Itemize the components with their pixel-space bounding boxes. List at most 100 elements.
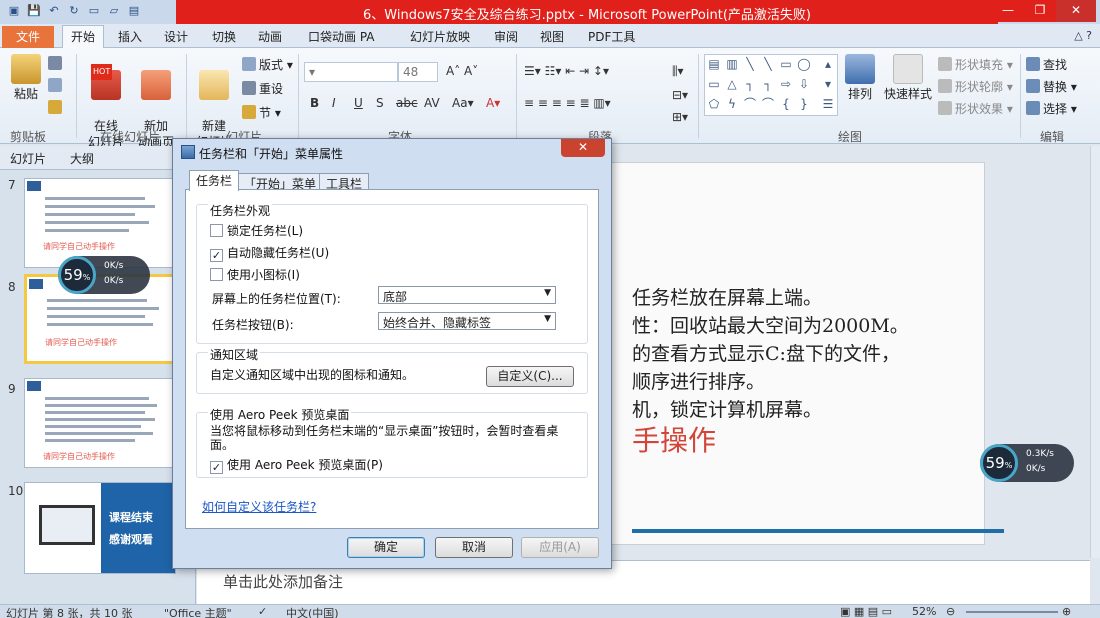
strikethrough-button[interactable]: abc — [396, 96, 418, 110]
rect-shape-icon[interactable]: ▭ — [779, 57, 793, 71]
gallery-more-icon[interactable]: ☰ — [821, 97, 835, 111]
apply-button[interactable]: 应用(A) — [521, 537, 599, 558]
lightning-shape-icon[interactable]: ϟ — [725, 97, 739, 111]
paste-button[interactable]: 粘贴 — [4, 54, 48, 102]
network-speed-widget[interactable]: 59% 0K/s 0K/s — [58, 256, 150, 294]
lock-taskbar-checkbox[interactable]: 锁定任务栏(L) — [210, 222, 303, 239]
slide-thumbnail[interactable]: 课程结束 感谢观看 — [24, 482, 176, 574]
redo-icon[interactable]: ↻ — [66, 3, 82, 19]
align-buttons[interactable]: ≡ ≡ ≡ ≡ ≣ ▥▾ — [524, 96, 611, 110]
slide-red-text[interactable]: 手操作 — [632, 419, 716, 459]
minimize-button[interactable]: — — [992, 0, 1024, 22]
tab-home[interactable]: 开始 — [62, 25, 105, 49]
gallery-up-icon[interactable]: ▴ — [821, 57, 835, 71]
tab-transitions[interactable]: 切换 — [212, 28, 236, 45]
section-button[interactable]: 节 ▾ — [242, 104, 281, 121]
gallery-down-icon[interactable]: ▾ — [821, 77, 835, 91]
cancel-button[interactable]: 取消 — [435, 537, 513, 558]
bold-button[interactable]: B — [310, 96, 319, 110]
vtextbox-shape-icon[interactable]: ▥ — [725, 57, 739, 71]
cut-button[interactable] — [48, 56, 65, 71]
text-direction-button[interactable]: ⫼▾ — [672, 64, 684, 79]
view-buttons[interactable]: ▣ ▦ ▤ ▭ — [840, 605, 892, 618]
print-icon[interactable]: ▤ — [126, 3, 142, 19]
customize-button[interactable]: 自定义(C)... — [486, 366, 574, 387]
vertical-scrollbar[interactable] — [1090, 146, 1100, 558]
new-icon[interactable]: ▭ — [86, 3, 102, 19]
font-size-combo[interactable]: 48 — [398, 62, 438, 82]
pentagon-shape-icon[interactable]: ⬠ — [707, 97, 721, 111]
tab-slideshow[interactable]: 幻灯片放映 — [410, 28, 470, 45]
tab-view[interactable]: 视图 — [540, 28, 564, 45]
shape-outline-button[interactable]: 形状轮廓 ▾ — [938, 78, 1013, 95]
close-button[interactable]: ✕ — [1056, 0, 1096, 22]
bullets-button[interactable]: ☰▾ ☷▾ ⇤ ⇥ ↕▾ — [524, 64, 609, 78]
select-button[interactable]: 选择 ▾ — [1026, 100, 1077, 117]
arc-shape-icon[interactable]: ⌒ — [761, 97, 775, 111]
brace-left-shape-icon[interactable]: { — [779, 97, 793, 111]
tab-design[interactable]: 设计 — [164, 28, 188, 45]
slide-thumbnail[interactable]: 请同学自己动手操作 — [24, 378, 176, 468]
quick-styles-button[interactable]: 快速样式 — [880, 54, 936, 102]
curve-shape-icon[interactable]: ⌒ — [743, 97, 757, 111]
ok-button[interactable]: 确定 — [347, 537, 425, 558]
reset-button[interactable]: 重设 — [242, 80, 283, 97]
brace-right-shape-icon[interactable]: } — [797, 97, 811, 111]
maximize-button[interactable]: ❐ — [1024, 0, 1056, 22]
char-spacing-button[interactable]: AV — [424, 96, 440, 110]
tab-outline[interactable]: 大纲 — [70, 150, 94, 167]
tab-insert[interactable]: 插入 — [118, 28, 142, 45]
help-icon[interactable]: △ ? — [1074, 29, 1092, 42]
shape-fill-button[interactable]: 形状填充 ▾ — [938, 56, 1013, 73]
zoom-out-button[interactable]: ⊖ — [946, 605, 955, 618]
undo-icon[interactable]: ↶ — [46, 3, 62, 19]
tab-animations[interactable]: 动画 — [258, 28, 282, 45]
zoom-level[interactable]: 52% — [912, 605, 936, 618]
aero-peek-checkbox[interactable]: ✓ 使用 Aero Peek 预览桌面(P) — [210, 456, 383, 474]
zoom-in-button[interactable]: ⊕ — [1062, 605, 1071, 618]
oval-shape-icon[interactable]: ◯ — [797, 57, 811, 71]
replace-button[interactable]: 替换 ▾ — [1026, 78, 1077, 95]
shapes-gallery[interactable]: ▤ ▥ ╲ ╲ ▭ ◯ ▭ △ ┐ ┐ ⇨ ⇩ ⬠ ϟ ⌒ ⌒ { } ▴ ▾ … — [704, 54, 838, 116]
tab-slides[interactable]: 幻灯片 — [10, 150, 46, 167]
slide-text-line[interactable]: 性：回收站最大空间为2000M。 — [632, 311, 909, 338]
tab-file[interactable]: 文件 — [2, 26, 54, 48]
format-painter-button[interactable] — [48, 100, 65, 115]
arrow-down-shape-icon[interactable]: ⇩ — [797, 77, 811, 91]
tab-pocket-animation[interactable]: 口袋动画 PA — [308, 28, 375, 45]
tab-taskbar[interactable]: 任务栏 — [189, 170, 240, 191]
zoom-slider[interactable] — [966, 611, 1058, 613]
font-color-button[interactable]: A▾ — [486, 96, 500, 110]
change-case-button[interactable]: Aa▾ — [452, 96, 474, 110]
slide-thumbnail[interactable]: 请同学自己动手操作 — [24, 178, 176, 268]
position-select[interactable]: 底部 ▼ — [378, 286, 556, 304]
dialog-close-button[interactable]: ✕ — [561, 139, 605, 157]
tab-review[interactable]: 审阅 — [494, 28, 518, 45]
line-shape-icon[interactable]: ╲ — [743, 57, 757, 71]
app-icon[interactable]: ▣ — [6, 3, 22, 19]
arrange-button[interactable]: 排列 — [842, 54, 878, 102]
align-text-button[interactable]: ⊟▾ — [672, 88, 688, 102]
language[interactable]: 中文(中国) — [286, 605, 339, 618]
italic-button[interactable]: I — [332, 96, 336, 110]
slide-text-line[interactable]: 顺序进行排序。 — [632, 367, 765, 394]
save-icon[interactable]: 💾 — [26, 3, 42, 19]
buttons-select[interactable]: 始终合并、隐藏标签 ▼ — [378, 312, 556, 330]
underline-button[interactable]: U — [354, 96, 363, 110]
tab-pdf-tools[interactable]: PDF工具 — [588, 28, 635, 45]
small-icons-checkbox[interactable]: 使用小图标(I) — [210, 266, 300, 283]
connector2-shape-icon[interactable]: ┐ — [761, 77, 775, 91]
shadow-button[interactable]: S — [376, 96, 384, 110]
slide-text-line[interactable]: 任务栏放在屏幕上端。 — [632, 283, 822, 310]
line2-shape-icon[interactable]: ╲ — [761, 57, 775, 71]
connector-shape-icon[interactable]: ┐ — [743, 77, 757, 91]
grow-font-button[interactable]: A˄ A˅ — [446, 64, 478, 78]
arrow-right-shape-icon[interactable]: ⇨ — [779, 77, 793, 91]
shape-effects-button[interactable]: 形状效果 ▾ — [938, 100, 1013, 117]
copy-button[interactable] — [48, 78, 65, 93]
spellcheck-icon[interactable]: ✓ — [258, 605, 267, 618]
font-name-combo[interactable]: ▾ — [304, 62, 398, 82]
open-icon[interactable]: ▱ — [106, 3, 122, 19]
rect2-shape-icon[interactable]: ▭ — [707, 77, 721, 91]
network-speed-widget[interactable]: 59% 0.3K/s 0K/s — [980, 444, 1074, 482]
